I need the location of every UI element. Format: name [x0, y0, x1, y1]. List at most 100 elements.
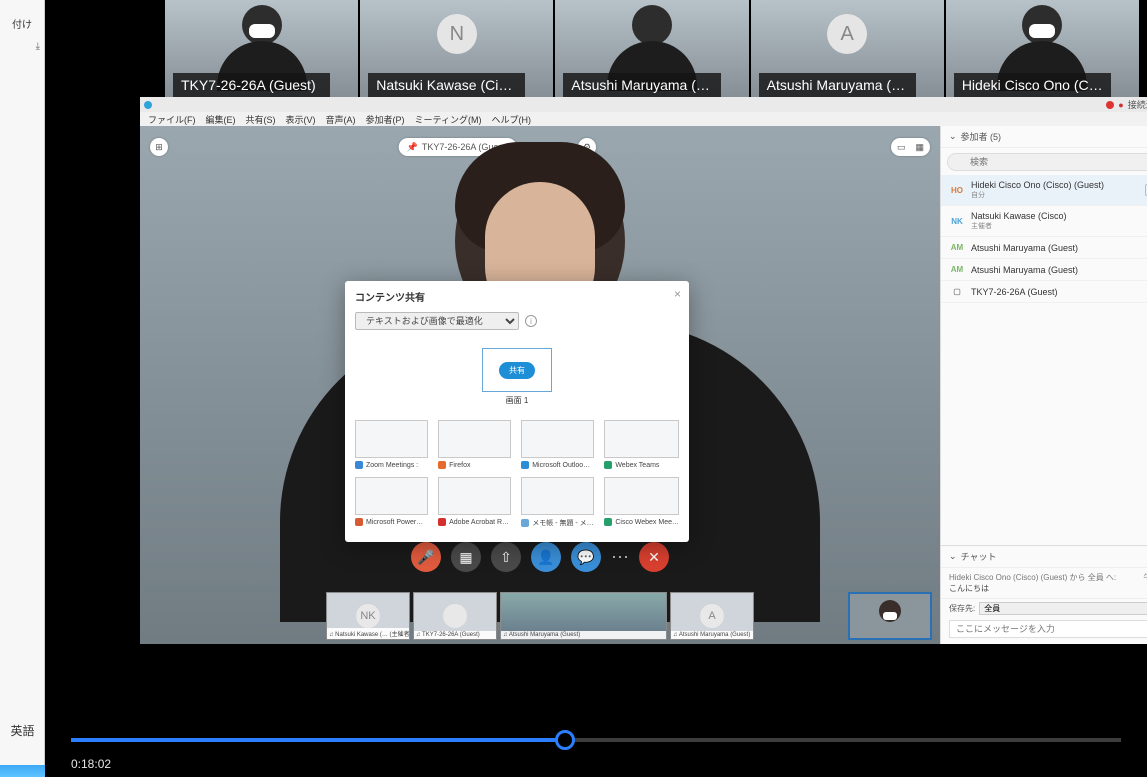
- menu-item[interactable]: 編集(E): [206, 113, 236, 126]
- filmstrip-tile[interactable]: Atsushi Maruyama (Gue: [555, 0, 748, 97]
- participants-button[interactable]: 👤: [531, 542, 561, 572]
- chat-header[interactable]: ⌄ チャット ×: [941, 546, 1147, 568]
- send-to-label: 保存先:: [949, 603, 975, 614]
- share-app-item[interactable]: Microsoft Power…: [355, 477, 428, 528]
- camera-button[interactable]: ▦: [451, 542, 481, 572]
- menu-item[interactable]: ミーティング(M): [415, 113, 482, 126]
- filmstrip-tile[interactable]: A Atsushi Maruyama (Gue: [751, 0, 944, 97]
- close-icon[interactable]: ×: [674, 287, 681, 301]
- share-app-item[interactable]: Webex Teams: [604, 420, 679, 469]
- menu-item[interactable]: ファイル(F): [148, 113, 196, 126]
- thumbnail-caption: ♫ Atsushi Maruyama (Guest): [671, 631, 753, 639]
- chat-button[interactable]: 💬: [571, 542, 601, 572]
- share-content-dialog: コンテンツ共有 × テキストおよび画像で最適化 i 共有 画面 1 Zoom M…: [345, 281, 689, 542]
- participant-initials: NK: [949, 217, 965, 226]
- os-side-panel: 付け ⤓ 英語: [0, 0, 45, 777]
- webex-menubar[interactable]: ファイル(F) 編集(E) 共有(S) 表示(V) 音声(A) 参加者(P) ミーティング(…: [140, 112, 1147, 126]
- view-switch-group[interactable]: ▭ ▦: [891, 138, 930, 156]
- participant-row[interactable]: AMAtsushi Maruyama (Guest)📷: [941, 259, 1147, 281]
- seek-knob[interactable]: [555, 730, 575, 750]
- participant-name: Natsuki Kawase (Cisco)主催者: [971, 211, 1147, 231]
- screen-1-preview[interactable]: 共有 画面 1: [482, 348, 552, 406]
- menu-item[interactable]: 音声(A): [326, 113, 356, 126]
- share-action-button[interactable]: 共有: [499, 362, 535, 379]
- mute-button[interactable]: 🎤: [411, 542, 441, 572]
- dropdown-glyph: ⤓: [0, 41, 44, 52]
- menu-item[interactable]: 表示(V): [286, 113, 316, 126]
- avatar: A: [827, 14, 867, 54]
- participant-search-input[interactable]: [947, 153, 1147, 171]
- participant-initials: HO: [949, 186, 965, 195]
- tile-label: TKY7-26-26A (Guest): [173, 73, 330, 97]
- share-app-item[interactable]: Adobe Acrobat R…: [438, 477, 511, 528]
- seek-progress: [71, 738, 565, 742]
- ime-language[interactable]: 英語: [0, 722, 45, 739]
- participant-name: Hideki Cisco Ono (Cisco) (Guest)自分: [971, 180, 1137, 200]
- seek-track[interactable]: [71, 738, 1121, 742]
- filmstrip-tile[interactable]: Hideki Cisco Ono (Cisco: [946, 0, 1139, 97]
- participant-name: Atsushi Maruyama (Guest): [971, 243, 1147, 253]
- chevron-down-icon: ⌄: [949, 131, 957, 142]
- thumbnail-caption: ♫ TKY7-26-26A (Guest): [414, 631, 496, 639]
- attach-label: 付け: [0, 16, 44, 31]
- meeting-control-bar: 🎤 ▦ ⇧ 👤 💬 ⋯ ✕: [411, 542, 669, 572]
- optimize-select[interactable]: テキストおよび画像で最適化: [355, 312, 519, 330]
- tile-label: Atsushi Maruyama (Gue: [563, 73, 720, 97]
- participant-row[interactable]: HO Hideki Cisco Ono (Cisco) (Guest)自分: [941, 175, 1147, 206]
- webex-app-icon: [144, 101, 152, 109]
- participant-row[interactable]: NK Natsuki Kawase (Cisco)主催者: [941, 206, 1147, 237]
- share-app-item[interactable]: Cisco Webex Mee…: [604, 477, 679, 528]
- tile-label: Atsushi Maruyama (Gue: [759, 73, 916, 97]
- send-to-select[interactable]: 全員: [979, 602, 1147, 615]
- connection-status: 接続済み: [1128, 98, 1147, 111]
- share-app-item[interactable]: Zoom Meetings :: [355, 420, 428, 469]
- participant-initials: AM: [949, 243, 965, 252]
- thumbnail[interactable]: ♫ TKY7-26-26A (Guest): [413, 592, 497, 640]
- self-view[interactable]: [848, 592, 932, 640]
- thumbnail[interactable]: NK♫ Natsuki Kawase (… (主催者、内容): [326, 592, 410, 640]
- layout-button[interactable]: ⊞: [150, 138, 168, 156]
- record-icon: [1106, 101, 1114, 109]
- thumbnail[interactable]: A♫ Atsushi Maruyama (Guest): [670, 592, 754, 640]
- participant-list: HO Hideki Cisco Ono (Cisco) (Guest)自分 NK Na…: [941, 175, 1147, 303]
- share-app-item[interactable]: Firefox: [438, 420, 511, 469]
- thumbnail-row: NK♫ Natsuki Kawase (… (主催者、内容) ♫ TKY7-26-…: [326, 592, 754, 640]
- filmstrip-tile[interactable]: TKY7-26-26A (Guest): [165, 0, 358, 97]
- elapsed-time: 0:18:02: [71, 757, 111, 771]
- webex-window: ● 接続済み × ファイル(F) 編集(E) 共有(S) 表示(V) 音声(A) 参加者(…: [140, 97, 1147, 644]
- thumbnail-caption: ♫ Atsushi Maruyama (Guest): [501, 631, 666, 639]
- tile-label: Hideki Cisco Ono (Cisco: [954, 73, 1111, 97]
- participant-name: Atsushi Maruyama (Guest): [971, 265, 1147, 275]
- menu-item[interactable]: 参加者(P): [366, 113, 405, 126]
- chevron-down-icon: ⌄: [949, 551, 957, 562]
- screen-1-label: 画面 1: [482, 395, 552, 406]
- menu-item[interactable]: 共有(S): [246, 113, 276, 126]
- participant-initials: ▢: [949, 287, 965, 296]
- grid-icon[interactable]: ▦: [915, 142, 924, 153]
- participant-filmstrip: TKY7-26-26A (Guest) NNatsuki Kawase (Cisc…: [165, 0, 1139, 97]
- participant-name: TKY7-26-26A (Guest): [971, 287, 1147, 297]
- menu-item[interactable]: ヘルプ(H): [491, 113, 531, 126]
- thumbnail-caption: ♫ Natsuki Kawase (… (主催者、内容): [327, 628, 409, 639]
- avatar: N: [437, 14, 477, 54]
- participants-header[interactable]: ⌄ 参加者 (5) ×: [941, 126, 1147, 148]
- webex-titlebar: ● 接続済み ×: [140, 97, 1147, 112]
- share-dialog-title: コンテンツ共有: [355, 289, 679, 304]
- share-app-item[interactable]: Microsoft Outloo…: [521, 420, 594, 469]
- info-icon[interactable]: i: [525, 315, 537, 327]
- more-button[interactable]: ⋯: [611, 547, 629, 568]
- main-video-area: あなたのミーティングウィンドウ… ⊞ 📌TKY7-26-26A (Guest) …: [140, 126, 940, 644]
- right-panel: ⌄ 参加者 (5) × HO Hideki Cisco Ono (Cisco) (…: [940, 126, 1147, 644]
- chat-input[interactable]: [949, 620, 1147, 638]
- participant-row[interactable]: AMAtsushi Maruyama (Guest)📷: [941, 237, 1147, 259]
- video-player-bar: 0:18:02: [45, 644, 1147, 777]
- share-app-item[interactable]: メモ帳 - 無題 - メ…: [521, 477, 594, 528]
- participant-initials: AM: [949, 265, 965, 274]
- thumbnail[interactable]: ♫ Atsushi Maruyama (Guest): [500, 592, 667, 640]
- screen-icon[interactable]: ▭: [897, 142, 906, 153]
- participant-row[interactable]: ▢TKY7-26-26A (Guest)📷: [941, 281, 1147, 303]
- share-button[interactable]: ⇧: [491, 542, 521, 572]
- taskbar-edge: [0, 765, 45, 777]
- end-call-button[interactable]: ✕: [639, 542, 669, 572]
- filmstrip-tile[interactable]: NNatsuki Kawase (Cisco): [360, 0, 553, 97]
